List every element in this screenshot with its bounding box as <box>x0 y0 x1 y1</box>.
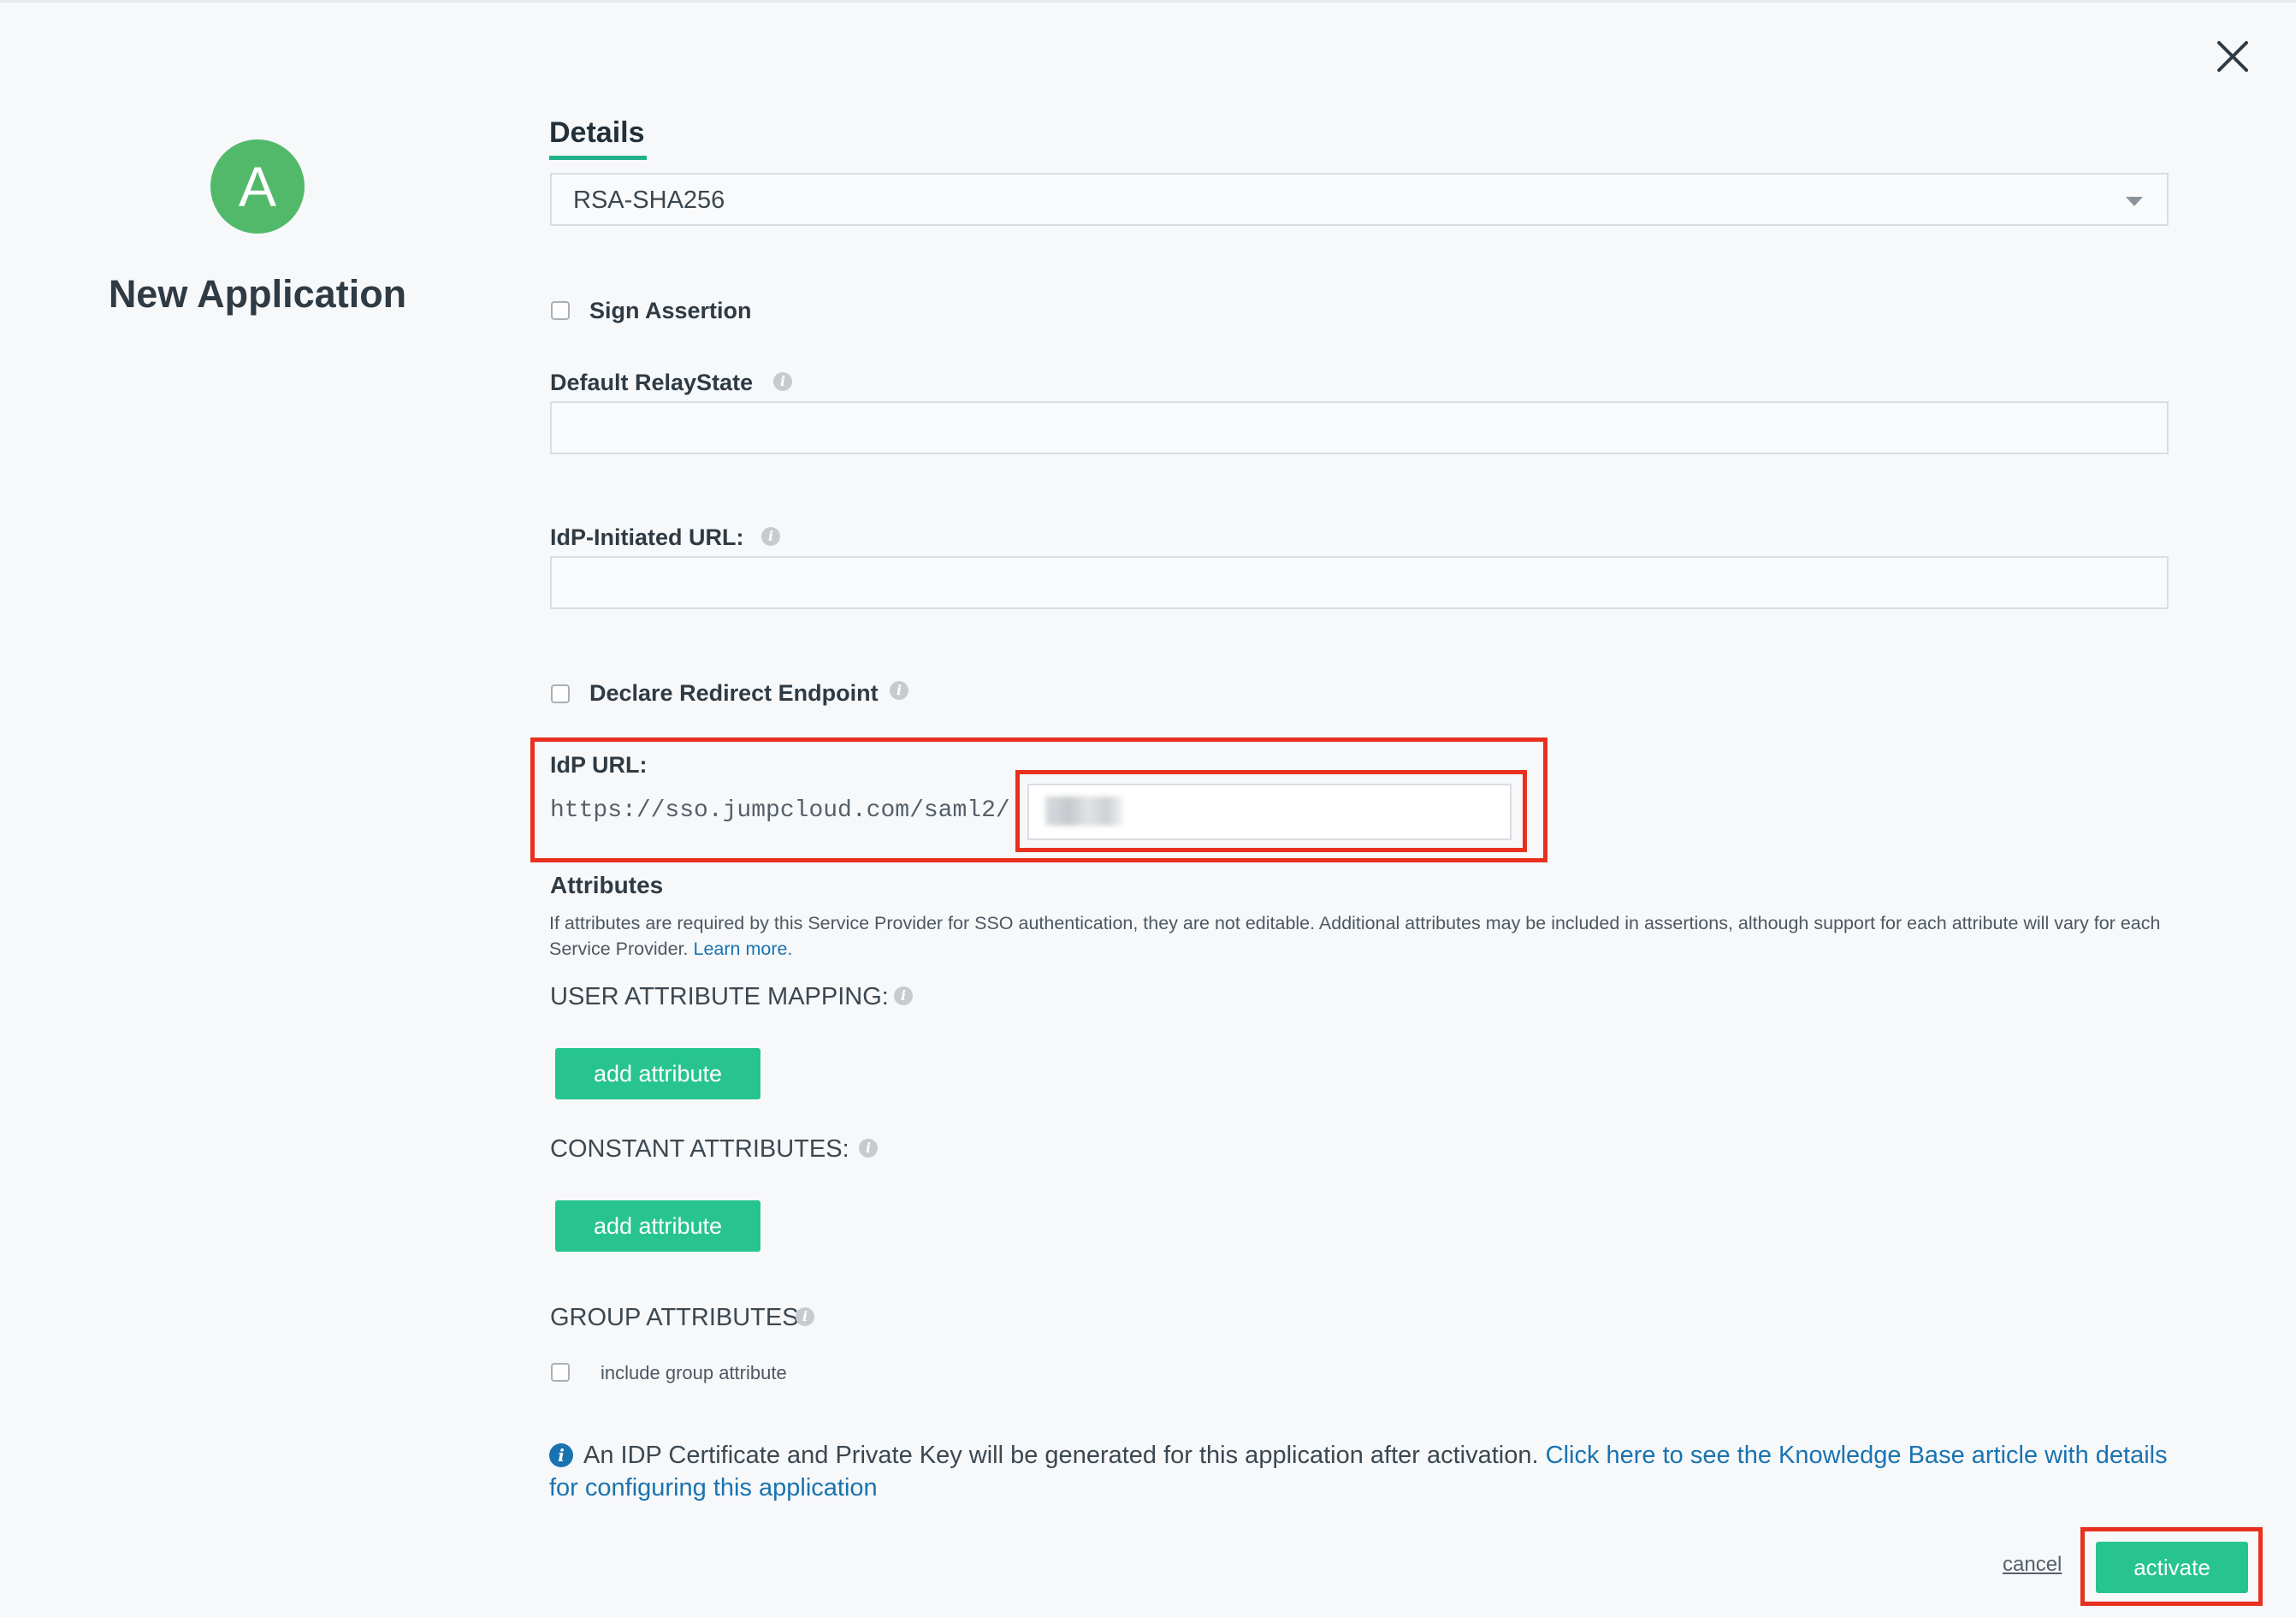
chevron-down-icon <box>2126 197 2143 206</box>
info-icon[interactable]: i <box>796 1307 814 1326</box>
page-title: New Application <box>108 272 407 316</box>
idp-initiated-url-input[interactable] <box>550 556 2169 609</box>
sign-assertion-checkbox[interactable] <box>551 301 570 320</box>
close-icon[interactable] <box>2214 38 2252 75</box>
idp-url-label: IdP URL: <box>550 752 648 778</box>
tab-active-indicator <box>549 156 647 160</box>
add-user-attribute-button[interactable]: add attribute <box>555 1048 760 1099</box>
activation-notice: i An IDP Certificate and Private Key will… <box>549 1439 2175 1504</box>
info-icon[interactable]: i <box>859 1139 878 1158</box>
user-attribute-mapping-label: USER ATTRIBUTE MAPPING: <box>550 983 889 1010</box>
activate-button[interactable]: activate <box>2096 1542 2248 1593</box>
learn-more-link[interactable]: Learn more. <box>694 939 793 959</box>
signature-algorithm-select[interactable]: RSA-SHA256 <box>550 173 2169 226</box>
idp-initiated-url-label: IdP-Initiated URL: <box>550 524 744 550</box>
relay-state-input[interactable] <box>550 401 2169 454</box>
cancel-link[interactable]: cancel <box>2003 1553 2062 1577</box>
group-attributes-label: GROUP ATTRIBUTES <box>550 1304 799 1331</box>
info-circle-icon: i <box>549 1443 573 1467</box>
relay-state-label: Default RelayState <box>550 370 754 395</box>
include-group-attribute-label: include group attribute <box>601 1362 787 1383</box>
include-group-attribute-checkbox[interactable] <box>551 1363 570 1382</box>
idp-url-prefix: https://sso.jumpcloud.com/saml2/ <box>550 797 1010 824</box>
add-constant-attribute-button[interactable]: add attribute <box>555 1200 760 1252</box>
redacted-value <box>1045 797 1122 826</box>
declare-redirect-label: Declare Redirect Endpoint <box>589 680 879 706</box>
info-icon[interactable]: i <box>894 986 913 1005</box>
info-icon[interactable]: i <box>773 372 792 391</box>
declare-redirect-checkbox[interactable] <box>551 684 570 703</box>
select-value: RSA-SHA256 <box>573 187 725 214</box>
sign-assertion-label: Sign Assertion <box>589 298 752 323</box>
top-border <box>0 0 2296 3</box>
notice-text: An IDP Certificate and Private Key will … <box>583 1442 1539 1469</box>
constant-attributes-label: CONSTANT ATTRIBUTES: <box>550 1135 849 1163</box>
app-avatar: A <box>210 139 305 234</box>
info-icon[interactable]: i <box>761 527 780 546</box>
attributes-heading: Attributes <box>550 872 664 898</box>
tab-details[interactable]: Details <box>549 116 645 150</box>
info-icon[interactable]: i <box>890 681 908 700</box>
attributes-description: If attributes are required by this Servi… <box>549 913 2161 959</box>
